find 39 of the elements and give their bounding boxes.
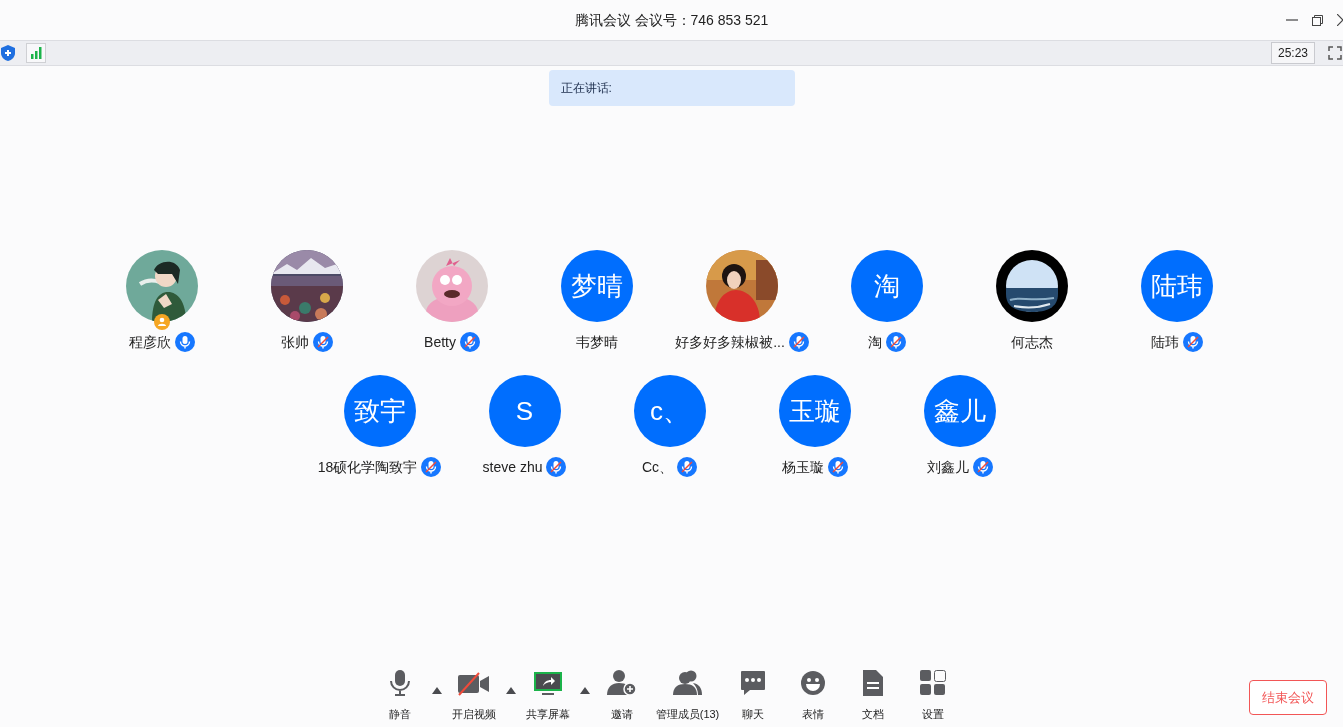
participant-name: 程彦欣 xyxy=(129,332,171,352)
close-icon[interactable] xyxy=(1337,14,1343,26)
toolbar-button[interactable]: 邀请 xyxy=(591,670,652,722)
signal-icon[interactable] xyxy=(26,43,46,63)
toolbar-button[interactable]: 设置 xyxy=(903,670,964,722)
avatar: 陆玮 xyxy=(1141,250,1213,322)
avatar: 梦晴 xyxy=(561,250,633,322)
end-meeting-button[interactable]: 结束会议 xyxy=(1249,679,1327,715)
avatar: 玉璇 xyxy=(778,375,851,447)
speaking-banner: 正在讲话: xyxy=(548,70,795,106)
avatar: S xyxy=(488,375,561,447)
toolbar-button[interactable]: 表情 xyxy=(783,670,844,722)
participant-name: 张帅 xyxy=(281,332,309,352)
participant-name: 杨玉璇 xyxy=(781,457,824,477)
participant-name: steve zhu xyxy=(482,457,543,477)
avatar: c、 xyxy=(633,375,706,447)
toolbar-button[interactable]: 静音 xyxy=(369,670,430,722)
participant-name: 陆玮 xyxy=(1151,332,1179,352)
toolbar-button[interactable]: 聊天 xyxy=(723,670,784,722)
participant-name: Cc、 xyxy=(641,457,674,477)
avatar: 致宇 xyxy=(343,375,416,447)
toolbar-button[interactable]: 文档 xyxy=(843,670,904,722)
toolbar-button[interactable]: 共享屏幕 xyxy=(517,670,578,722)
toolbar-button[interactable]: 管理成员(13) xyxy=(651,670,724,722)
participant-name: Betty xyxy=(424,332,456,352)
fullscreen-icon[interactable] xyxy=(1328,46,1342,60)
avatar: 淘 xyxy=(851,250,923,322)
participant-name: 18硕化学陶致宇 xyxy=(317,457,418,477)
participant-name: 淘 xyxy=(868,332,882,352)
participant-name: 好多好多辣椒被... xyxy=(675,332,785,352)
participant-name: 刘鑫儿 xyxy=(926,457,969,477)
participant-name: 韦梦晴 xyxy=(576,332,618,352)
avatar: 鑫儿 xyxy=(923,375,996,447)
participant-name: 何志杰 xyxy=(1011,332,1053,352)
restore-icon[interactable] xyxy=(1312,14,1323,26)
meeting-timer: 25:23 xyxy=(1270,42,1315,64)
toolbar-button[interactable]: 开启视频 xyxy=(443,670,504,722)
window-title: 腾讯会议 会议号：746 853 521 xyxy=(574,10,769,30)
shield-icon[interactable] xyxy=(1,45,15,61)
